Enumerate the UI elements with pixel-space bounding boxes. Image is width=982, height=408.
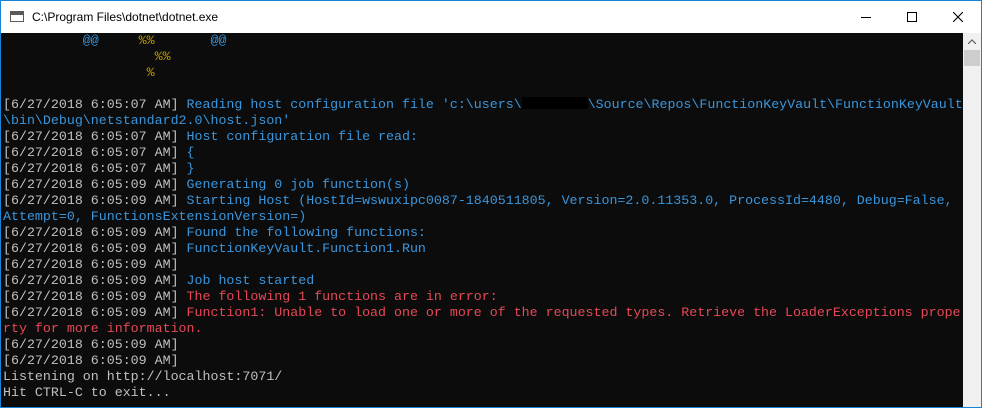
ascii-mark: % [146, 65, 155, 80]
ascii-mark: %% [154, 49, 171, 64]
log-line: [6/27/2018 6:05:09 AM] Generating 0 job … [1, 177, 963, 193]
log-message: Function1: Unable to load one or more of… [186, 305, 961, 320]
log-line: [6/27/2018 6:05:09 AM] [1, 337, 963, 353]
log-line: Hit CTRL-C to exit... [1, 385, 963, 401]
log-timestamp: [6/27/2018 6:05:09 AM] [3, 353, 187, 368]
log-timestamp: [6/27/2018 6:05:09 AM] [3, 273, 187, 288]
ascii-mark: @@ [210, 33, 227, 48]
log-message: Starting Host (HostId=wswuxipc0087-18405… [186, 193, 953, 208]
log-line: [6/27/2018 6:05:07 AM] Host configuratio… [1, 129, 963, 145]
log-line: [6/27/2018 6:05:09 AM] [1, 353, 963, 369]
log-message: Reading host configuration file 'c:\user… [186, 97, 522, 112]
log-message: Hit CTRL-C to exit... [3, 385, 171, 400]
log-line: [6/27/2018 6:05:09 AM] Job host started [1, 273, 963, 289]
log-timestamp: [6/27/2018 6:05:07 AM] [3, 129, 187, 144]
log-timestamp: [6/27/2018 6:05:07 AM] [3, 97, 187, 112]
redacted-username [521, 97, 588, 109]
vertical-scrollbar[interactable] [963, 33, 981, 407]
log-line: [6/27/2018 6:05:09 AM] Found the followi… [1, 225, 963, 241]
log-timestamp: [6/27/2018 6:05:09 AM] [3, 225, 187, 240]
log-timestamp: [6/27/2018 6:05:09 AM] [3, 177, 187, 192]
log-lines: [6/27/2018 6:05:07 AM] Reading host conf… [1, 97, 963, 401]
close-icon [953, 12, 963, 22]
log-line: [6/27/2018 6:05:07 AM] { [1, 145, 963, 161]
console-app-icon[interactable] [10, 11, 24, 22]
window-title: C:\Program Files\dotnet\dotnet.exe [32, 10, 219, 24]
log-timestamp: [6/27/2018 6:05:09 AM] [3, 257, 187, 272]
minimize-button[interactable] [843, 1, 889, 33]
log-line: [6/27/2018 6:05:07 AM] Reading host conf… [1, 97, 963, 113]
log-timestamp: [6/27/2018 6:05:09 AM] [3, 289, 187, 304]
log-line: [6/27/2018 6:05:09 AM] [1, 257, 963, 273]
log-message: FunctionKeyVault.Function1.Run [186, 241, 426, 256]
log-message: \bin\Debug\netstandard2.0\host.json' [3, 113, 291, 128]
scroll-up-button[interactable] [963, 33, 981, 50]
log-message: { [186, 145, 195, 160]
log-message: } [186, 161, 195, 176]
log-message: The following 1 functions are in error: [186, 289, 498, 304]
log-line: [6/27/2018 6:05:09 AM] FunctionKeyVault.… [1, 241, 963, 257]
maximize-icon [907, 12, 917, 22]
log-message-continued: \Source\Repos\FunctionKeyVault\FunctionK… [587, 97, 963, 112]
log-timestamp: [6/27/2018 6:05:09 AM] [3, 193, 187, 208]
log-message: Host configuration file read: [186, 129, 418, 144]
log-timestamp: [6/27/2018 6:05:09 AM] [3, 305, 187, 320]
title-bar[interactable]: C:\Program Files\dotnet\dotnet.exe [1, 1, 981, 33]
ascii-mark: @@ [82, 33, 99, 48]
ascii-mark: %% [138, 33, 155, 48]
log-line: Listening on http://localhost:7071/ [1, 369, 963, 385]
minimize-icon [861, 17, 871, 18]
log-timestamp: [6/27/2018 6:05:07 AM] [3, 145, 187, 160]
log-line: [6/27/2018 6:05:09 AM] Starting Host (Ho… [1, 193, 963, 209]
ascii-art-line: % [1, 65, 963, 81]
log-line: [6/27/2018 6:05:07 AM] } [1, 161, 963, 177]
scroll-thumb[interactable] [964, 50, 980, 66]
log-timestamp: [6/27/2018 6:05:09 AM] [3, 337, 187, 352]
error-log-line: rty for more information. [1, 321, 963, 337]
log-message: Generating 0 job function(s) [186, 177, 410, 192]
log-line: Attempt=0, FunctionsExtensionVersion=) [1, 209, 963, 225]
log-message: rty for more information. [3, 321, 203, 336]
error-log-line: [6/27/2018 6:05:09 AM] The following 1 f… [1, 289, 963, 305]
log-line: \bin\Debug\netstandard2.0\host.json' [1, 113, 963, 129]
error-log-line: [6/27/2018 6:05:09 AM] Function1: Unable… [1, 305, 963, 321]
log-message: Listening on http://localhost:7071/ [3, 369, 283, 384]
log-timestamp: [6/27/2018 6:05:07 AM] [3, 161, 187, 176]
log-message: Attempt=0, FunctionsExtensionVersion=) [3, 209, 307, 224]
ascii-art-line: %% [1, 49, 963, 65]
chevron-up-icon [968, 39, 976, 44]
close-button[interactable] [935, 1, 981, 33]
log-timestamp: [6/27/2018 6:05:09 AM] [3, 241, 187, 256]
maximize-button[interactable] [889, 1, 935, 33]
log-message: Job host started [186, 273, 315, 288]
ascii-art-line: @@ %% @@ [1, 33, 963, 49]
console-output[interactable]: @@ %% @@ %% % [6/27/2018 6:05:07 AM] Rea… [1, 33, 963, 407]
log-message: Found the following functions: [186, 225, 426, 240]
console-window: C:\Program Files\dotnet\dotnet.exe @@ %%… [0, 0, 982, 408]
